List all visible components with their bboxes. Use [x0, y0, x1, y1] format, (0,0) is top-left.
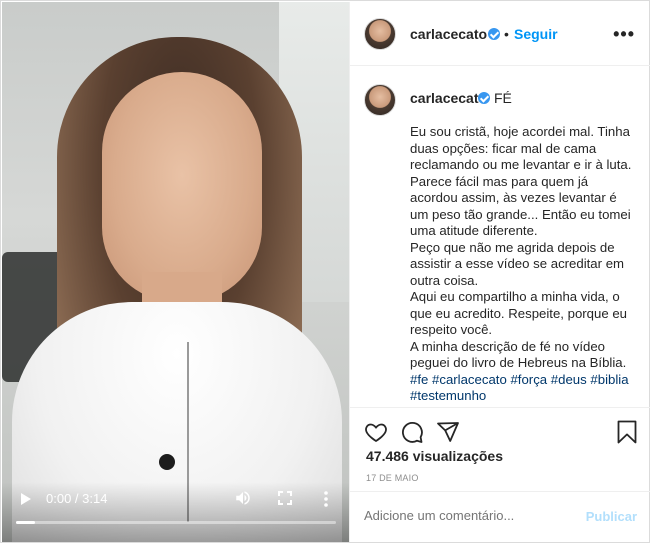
- volume-icon[interactable]: [234, 489, 252, 507]
- video-person-face: [102, 72, 262, 302]
- hashtag-link[interactable]: #força: [510, 372, 547, 387]
- more-vert-icon[interactable]: [322, 490, 330, 508]
- caption-paragraph: Peço que não me agrida depois de assisti…: [410, 239, 625, 288]
- bookmark-icon[interactable]: [616, 420, 638, 444]
- hashtag-link[interactable]: #testemunho: [410, 388, 486, 403]
- publish-button[interactable]: Publicar: [586, 509, 637, 524]
- share-icon[interactable]: [436, 420, 460, 444]
- comment-box: Publicar: [350, 491, 650, 542]
- hashtag-link[interactable]: #biblia: [590, 372, 628, 387]
- view-count[interactable]: 47.486 visualizações: [366, 448, 503, 464]
- options-icon[interactable]: •••: [613, 24, 635, 45]
- hashtag-link[interactable]: #fe: [410, 372, 428, 387]
- caption-title: FÉ: [494, 90, 512, 106]
- hashtag-link[interactable]: #carlacecato: [432, 372, 507, 387]
- verified-icon: [478, 92, 490, 104]
- avatar[interactable]: [364, 18, 396, 50]
- video-progress-bar[interactable]: [16, 521, 336, 524]
- play-icon[interactable]: [21, 493, 31, 505]
- caption-paragraph: Aqui eu compartilho a minha vida, o que …: [410, 289, 628, 337]
- caption-paragraph: A minha descrição de fé no vídeo peguei …: [410, 338, 627, 371]
- comment-icon[interactable]: [400, 420, 424, 444]
- post-window: 0:00 / 3:14 carlacecato • Seguir ••• car…: [0, 0, 650, 543]
- post-date[interactable]: 17 DE MAIO: [366, 473, 419, 483]
- fullscreen-icon[interactable]: [278, 491, 292, 505]
- caption-text: Eu sou cristã, hoje acordei mal. Tinha d…: [410, 124, 636, 405]
- video-lapel-mic: [159, 454, 175, 470]
- caption-username[interactable]: carlacecato: [410, 90, 487, 106]
- post-actions-bar: [350, 407, 650, 451]
- video-player[interactable]: 0:00 / 3:14: [2, 2, 349, 542]
- video-progress-fill: [16, 521, 36, 524]
- caption-hashtags: #fe #carlacecato #força #deus #biblia #t…: [410, 372, 636, 405]
- caption-avatar[interactable]: [364, 84, 396, 116]
- follow-button[interactable]: Seguir: [514, 26, 558, 42]
- post-header: carlacecato • Seguir •••: [350, 2, 650, 66]
- hashtag-link[interactable]: #deus: [551, 372, 587, 387]
- heart-icon[interactable]: [364, 420, 388, 444]
- header-username[interactable]: carlacecato: [410, 26, 487, 42]
- verified-icon: [488, 28, 500, 40]
- video-time: 0:00 / 3:14: [46, 491, 108, 506]
- post-details-pane: carlacecato • Seguir ••• carlacecato FÉ …: [349, 2, 650, 542]
- separator-dot: •: [504, 26, 509, 42]
- comment-input[interactable]: [364, 508, 584, 523]
- caption-paragraph: Eu sou cristã, hoje acordei mal. Tinha d…: [410, 124, 632, 238]
